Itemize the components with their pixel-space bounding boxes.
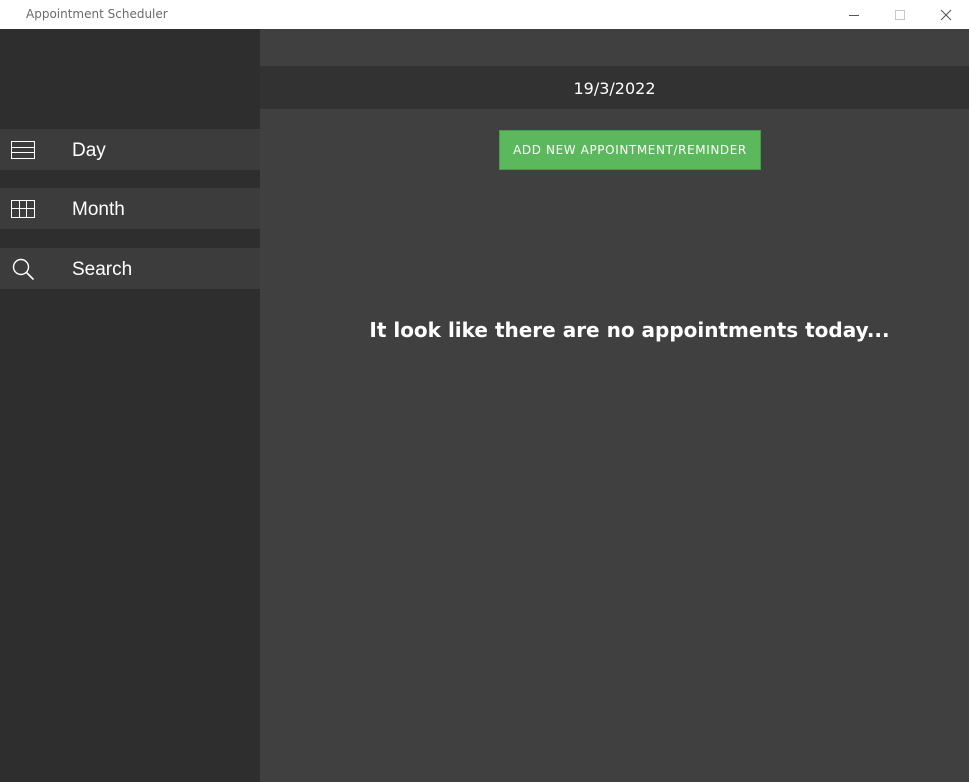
minimize-icon [849, 14, 859, 16]
maximize-button[interactable] [877, 0, 923, 29]
close-icon [940, 9, 952, 20]
maximize-icon [895, 9, 905, 20]
window-title: Appointment Scheduler [26, 7, 168, 21]
current-date: 19/3/2022 [573, 79, 656, 98]
search-icon [12, 258, 35, 281]
sidebar-item-label: Day [72, 140, 106, 161]
sidebar: Day Month Search [0, 29, 260, 782]
sidebar-item-label: Search [72, 259, 133, 280]
close-button[interactable] [923, 0, 969, 29]
title-bar: Appointment Scheduler [0, 0, 969, 29]
calendar-grid-icon [11, 200, 35, 218]
add-appointment-button[interactable]: ADD NEW APPOINTMENT/REMINDER [499, 130, 761, 170]
sidebar-item-month[interactable]: Month [0, 188, 260, 229]
sidebar-item-search[interactable]: Search [0, 248, 260, 289]
sidebar-item-day[interactable]: Day [0, 129, 260, 170]
minimize-button[interactable] [831, 0, 877, 29]
app-window: Appointment Scheduler Day Month Search 1… [0, 0, 969, 782]
empty-state-message: It look like there are no appointments t… [369, 318, 890, 342]
list-icon [11, 141, 35, 159]
date-header: 19/3/2022 [260, 66, 969, 109]
main-content: 19/3/2022 ADD NEW APPOINTMENT/REMINDER I… [260, 29, 969, 782]
sidebar-item-label: Month [72, 199, 125, 220]
